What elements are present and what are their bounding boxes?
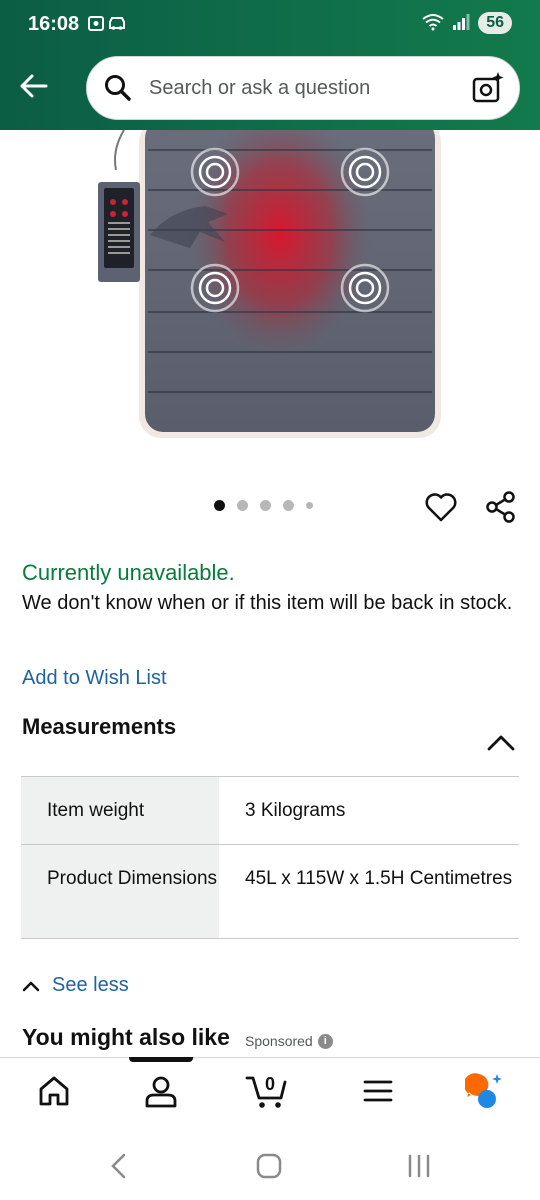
- tab-menu[interactable]: [361, 1074, 395, 1113]
- home-square-icon: [256, 1153, 282, 1179]
- status-time: 16:08: [28, 13, 80, 35]
- chevron-left-icon: [111, 1153, 126, 1179]
- tab-cart[interactable]: 0: [245, 1070, 291, 1115]
- measurements-table: Item weight 3 Kilograms Product Dimensio…: [21, 776, 519, 939]
- table-row: Item weight 3 Kilograms: [21, 777, 519, 845]
- availability-message: We don't know when or if this item will …: [22, 592, 513, 614]
- see-less-label: See less: [52, 974, 129, 996]
- carousel-dot[interactable]: [306, 502, 313, 509]
- system-navigation-bar: [0, 1133, 540, 1200]
- availability-status: Currently unavailable.: [22, 560, 235, 585]
- search-icon: [103, 73, 133, 108]
- table-label: Item weight: [21, 777, 219, 844]
- signal-icon: [452, 13, 470, 33]
- table-value: 45L x 115W x 1.5H Centimetres: [245, 868, 513, 889]
- sponsored-text: Sponsored: [245, 1033, 313, 1049]
- image-carousel-indicator: [214, 500, 313, 511]
- product-image[interactable]: [0, 130, 540, 470]
- search-placeholder: Search or ask a question: [149, 77, 371, 99]
- notification-icons: [88, 14, 128, 39]
- system-back-button[interactable]: [107, 1153, 131, 1184]
- chevron-up-icon: [22, 981, 40, 991]
- info-icon[interactable]: i: [317, 1033, 333, 1049]
- arrow-left-icon: [20, 74, 48, 98]
- cart-icon: 0: [245, 1074, 287, 1108]
- carousel-dot[interactable]: [237, 500, 248, 511]
- back-button[interactable]: [16, 68, 52, 104]
- table-label: Product Dimensions: [21, 845, 219, 938]
- search-bar[interactable]: Search or ask a question: [86, 56, 520, 120]
- app-header: 16:08 56 Search or ask a question: [0, 0, 540, 130]
- recent-apps-icon: [408, 1154, 430, 1178]
- rufus-assistant-icon: [463, 1073, 502, 1108]
- status-bar: 16:08 56: [0, 0, 540, 50]
- table-value: 3 Kilograms: [245, 800, 346, 821]
- hamburger-menu-icon: [363, 1080, 393, 1102]
- camera-sparkle-icon: [472, 72, 504, 103]
- measurements-heading: Measurements: [22, 714, 177, 739]
- person-icon: [145, 1076, 177, 1108]
- table-row: Product Dimensions 45L x 115W x 1.5H Cen…: [21, 845, 519, 939]
- bottom-tab-bar: 0: [0, 1057, 540, 1134]
- tab-account[interactable]: [144, 1074, 178, 1113]
- battery-indicator: 56: [478, 12, 512, 34]
- share-button[interactable]: [484, 490, 518, 529]
- system-home-button[interactable]: [256, 1153, 282, 1184]
- sponsored-label[interactable]: Sponsored i: [245, 1033, 333, 1049]
- home-icon: [39, 1076, 69, 1106]
- tab-rufus-assistant[interactable]: [463, 1072, 505, 1117]
- carousel-dot[interactable]: [283, 500, 294, 511]
- active-tab-indicator: [129, 1057, 193, 1062]
- tab-home[interactable]: [37, 1074, 71, 1113]
- cart-count: 0: [265, 1074, 275, 1094]
- heart-icon: [425, 493, 457, 522]
- share-icon: [486, 491, 515, 523]
- carousel-dot[interactable]: [260, 500, 271, 511]
- add-to-wish-list-link[interactable]: Add to Wish List: [22, 667, 167, 690]
- chevron-up-icon: [487, 735, 515, 751]
- see-less-button[interactable]: See less: [22, 974, 129, 997]
- wishlist-heart-button[interactable]: [424, 490, 458, 529]
- collapse-measurements-button[interactable]: [486, 730, 516, 761]
- camera-search-button[interactable]: [471, 71, 505, 110]
- system-recents-button[interactable]: [406, 1153, 432, 1184]
- wifi-icon: [422, 13, 444, 34]
- carousel-dot[interactable]: [214, 500, 225, 511]
- section-title: You might also like: [22, 1024, 230, 1050]
